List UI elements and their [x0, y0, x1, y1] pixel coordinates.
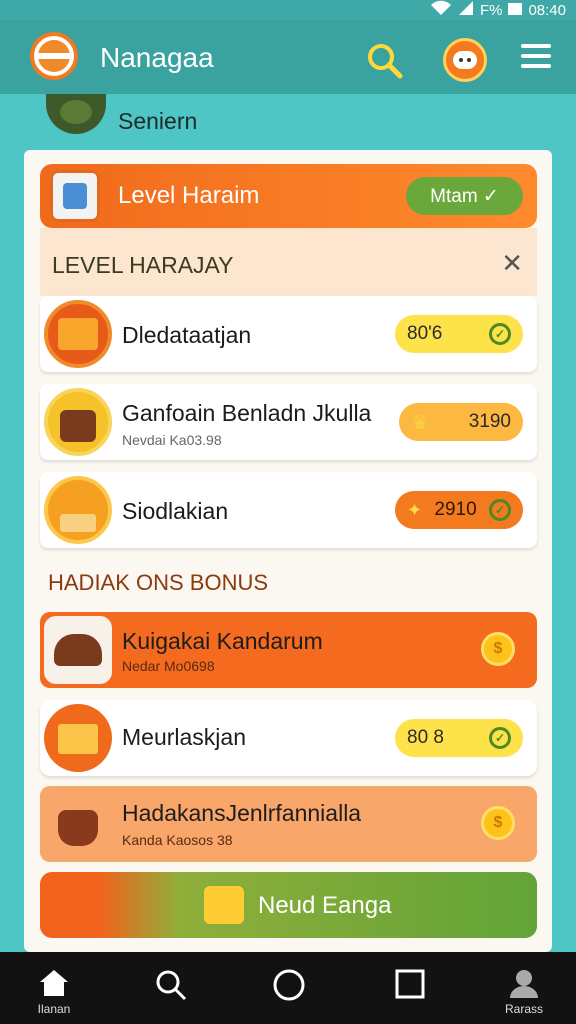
- bonus-item[interactable]: HadakansJenlrfannialla Kanda Kaosos 38 $: [40, 786, 537, 862]
- nav-home-label: Ilanan: [37, 1002, 71, 1016]
- check-icon: ✓: [489, 323, 511, 345]
- list-item-subtitle: Nevdai Ka03.98: [122, 432, 222, 448]
- app-logo: [30, 32, 78, 80]
- list-item[interactable]: Siodlakian ✦ 2910 ✓: [40, 472, 537, 548]
- check-icon: ✓: [489, 727, 511, 749]
- list-item-badge[interactable]: 80'6 ✓: [395, 315, 523, 353]
- level-banner[interactable]: Level Haraim Mtam ✓: [40, 164, 537, 228]
- badge-value: 80'6: [407, 323, 443, 344]
- search-icon: [368, 44, 403, 79]
- list-item-name: Siodlakian: [122, 498, 229, 524]
- profile-avatar-button[interactable]: [443, 38, 487, 82]
- status-bar: F% 08:40: [0, 0, 576, 20]
- cocoa-pot-icon: [44, 790, 112, 858]
- square-icon: [395, 969, 425, 999]
- cta-label: Neud Eanga: [258, 892, 392, 919]
- app-bar: Nanagaa: [0, 20, 576, 94]
- wifi-icon: [430, 0, 452, 20]
- cake-icon: [44, 388, 112, 456]
- nav-square[interactable]: [370, 952, 450, 1024]
- level-list-header: LEVEL HARAJAY ✕: [40, 228, 537, 296]
- profile-icon: [510, 970, 538, 998]
- bonus-item-name: Meurlaskjan: [122, 724, 246, 750]
- badge-value: 2910: [434, 499, 477, 520]
- level-banner-action-button[interactable]: Mtam ✓: [406, 177, 523, 215]
- avatar-face-icon: [453, 51, 477, 69]
- level-banner-title: Level Haraim: [118, 182, 260, 209]
- bonus-item[interactable]: Kuigakai Kandarum Nedar Mo0698 $: [40, 612, 537, 688]
- section-title: Seniern: [118, 108, 198, 134]
- blocks-icon: [44, 704, 112, 772]
- treasure-chest-icon: [44, 300, 112, 368]
- bonus-item-subtitle: Kanda Kaosos 38: [122, 832, 233, 848]
- badge-value: 80 8: [407, 727, 444, 748]
- check-icon: ✓: [489, 499, 511, 521]
- bag-icon: [46, 94, 106, 134]
- bonus-item[interactable]: Meurlaskjan 80 8 ✓: [40, 700, 537, 776]
- nav-circle[interactable]: [248, 952, 328, 1024]
- gift-icon: [204, 886, 244, 924]
- app-title: Nanagaa: [100, 42, 214, 73]
- circle-icon: [273, 969, 305, 1001]
- hamburger-line: [521, 54, 551, 58]
- bottom-nav: Ilanan Rarass: [0, 952, 576, 1024]
- main-card: Level Haraim Mtam ✓ LEVEL HARAJAY ✕ Dled…: [24, 150, 552, 952]
- list-item[interactable]: Dledataatjan 80'6 ✓: [40, 296, 537, 372]
- battery-percent: F%: [479, 1, 503, 19]
- list-item-name: Dledataatjan: [122, 322, 252, 348]
- close-icon[interactable]: ✕: [501, 248, 523, 279]
- food-basket-icon: [44, 616, 112, 684]
- bonus-item-name: Kuigakai Kandarum: [122, 628, 323, 654]
- clock: 08:40: [528, 1, 566, 19]
- bonus-item-badge[interactable]: 80 8 ✓: [395, 719, 523, 757]
- list-item[interactable]: Ganfoain Benladn Jkulla Nevdai Ka03.98 ♛…: [40, 384, 537, 460]
- list-item-badge[interactable]: ♛ 3190: [399, 403, 523, 441]
- nav-home[interactable]: Ilanan: [14, 952, 94, 1024]
- cta-button[interactable]: Neud Eanga: [40, 872, 537, 938]
- menu-button[interactable]: [521, 44, 551, 72]
- nav-search[interactable]: [130, 952, 210, 1024]
- bonus-item-name: HadakansJenlrfannialla: [122, 800, 362, 826]
- badge-value: 3190: [468, 411, 511, 432]
- medal-icon: ✦: [407, 499, 423, 520]
- hamburger-line: [521, 64, 551, 68]
- level-list-title: LEVEL HARAJAY: [52, 252, 234, 278]
- coin-icon[interactable]: $: [481, 632, 515, 666]
- hamburger-line: [521, 44, 551, 48]
- list-item-badge[interactable]: ✦ 2910 ✓: [395, 491, 523, 529]
- list-item-name: Ganfoain Benladn Jkulla: [122, 400, 372, 426]
- signal-icon: [458, 0, 474, 20]
- battery-icon: [508, 2, 523, 19]
- nav-profile-label: Rarass: [504, 1002, 543, 1016]
- popcorn-box-icon: [50, 170, 100, 222]
- crown-stack-icon: [44, 476, 112, 544]
- nav-profile[interactable]: Rarass: [484, 952, 564, 1024]
- section-header: Seniern: [40, 94, 540, 146]
- search-icon: [156, 970, 187, 1001]
- bonus-section-title: HADIAK ONS BONUS: [48, 570, 269, 595]
- search-button[interactable]: [364, 40, 404, 80]
- crown-icon: ♛: [411, 411, 429, 434]
- home-icon: [40, 970, 68, 996]
- coin-icon[interactable]: $: [481, 806, 515, 840]
- bonus-item-subtitle: Nedar Mo0698: [122, 658, 215, 674]
